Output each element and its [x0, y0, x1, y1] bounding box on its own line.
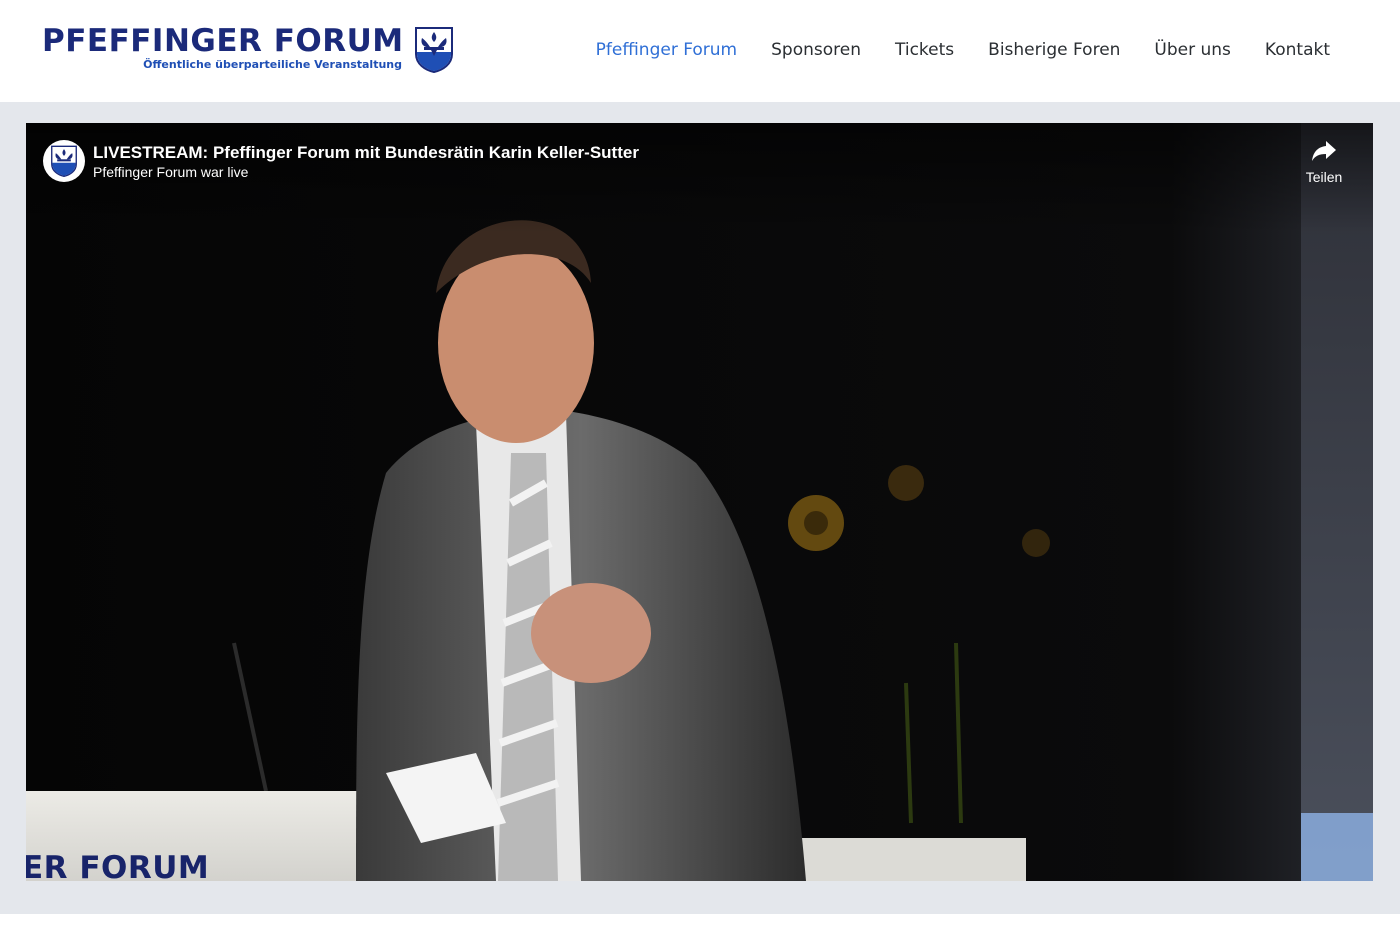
podium-sign-text: ER FORUM: [26, 850, 210, 881]
channel-crest-icon: [51, 145, 77, 177]
shield-crest-icon: [415, 27, 453, 73]
video-player[interactable]: LIVESTREAM: Pfeffinger Forum mit Bundesr…: [26, 123, 1373, 881]
channel-avatar[interactable]: [43, 140, 85, 182]
nav-item-tickets[interactable]: Tickets: [895, 38, 954, 62]
share-button[interactable]: Teilen: [1299, 139, 1349, 187]
logo-title: PFEFFINGER FORUM: [42, 23, 404, 59]
nav-item-sponsoren[interactable]: Sponsoren: [771, 38, 861, 62]
site-header: PFEFFINGER FORUM Öffentliche überparteil…: [0, 0, 1400, 102]
logo-subtitle: Öffentliche überparteiliche Veranstaltun…: [143, 58, 402, 71]
nav-item-pfeffinger-forum[interactable]: Pfeffinger Forum: [596, 38, 737, 62]
nav-item-bisherige-foren[interactable]: Bisherige Foren: [988, 38, 1120, 62]
main-nav: Pfeffinger Forum Sponsoren Tickets Bishe…: [562, 38, 1330, 62]
video-frame: [26, 123, 1373, 881]
nav-item-kontakt[interactable]: Kontakt: [1265, 38, 1330, 62]
share-arrow-icon: [1312, 141, 1336, 161]
video-channel-status: Pfeffinger Forum war live: [93, 164, 249, 180]
nav-item-ueber-uns[interactable]: Über uns: [1154, 38, 1231, 62]
share-label: Teilen: [1305, 169, 1343, 185]
site-logo[interactable]: PFEFFINGER FORUM Öffentliche überparteil…: [42, 24, 454, 74]
video-title[interactable]: LIVESTREAM: Pfeffinger Forum mit Bundesr…: [93, 143, 639, 163]
